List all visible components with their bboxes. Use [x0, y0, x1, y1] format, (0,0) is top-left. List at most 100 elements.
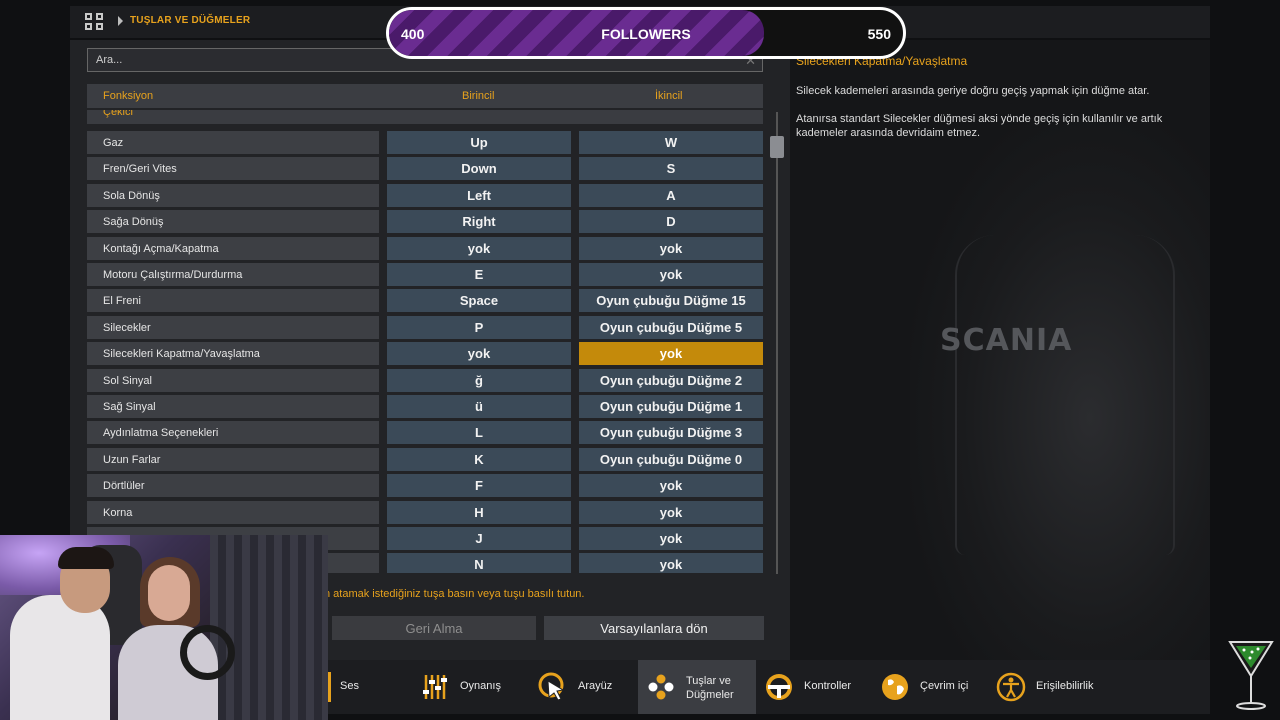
table-header: Fonksiyon Birincil İkincil	[87, 84, 763, 108]
tab-online[interactable]: Çevrim içi	[872, 660, 988, 714]
function-label: El Freni	[87, 289, 379, 313]
secondary-key-button[interactable]: S	[579, 157, 763, 181]
function-label: Motoru Çalıştırma/Durdurma	[87, 263, 379, 286]
buttons-icon	[648, 674, 674, 700]
column-header-function: Fonksiyon	[103, 90, 154, 102]
tab-controls[interactable]: Kontroller	[756, 660, 872, 714]
function-label: Uzun Farlar	[87, 447, 379, 471]
primary-key-button[interactable]: H	[387, 500, 571, 524]
truck-brand-logo: SCANIA	[940, 323, 1073, 358]
tab-sound[interactable]: Ses	[326, 660, 412, 714]
followers-label: FOLLOWERS	[601, 26, 691, 42]
secondary-key-button[interactable]: yok	[579, 500, 763, 524]
function-label: Silecekler	[87, 315, 379, 339]
sliders-icon	[423, 675, 447, 699]
primary-key-button[interactable]: Space	[387, 289, 571, 313]
tab-label: Tuşlar ve Düğmeler	[686, 675, 734, 701]
secondary-key-button[interactable]: D	[579, 210, 763, 234]
tab-interface[interactable]: Arayüz	[530, 660, 638, 714]
keybind-row: Silecekleri Kapatma/Yavaşlatma yok yok	[87, 342, 763, 366]
keybind-row: Silecekler P Oyun çubuğu Düğme 5	[87, 315, 763, 339]
function-label: Sola Dönüş	[87, 183, 379, 207]
webcam-person-1-hair	[58, 547, 114, 569]
secondary-key-button[interactable]: W	[579, 131, 763, 154]
primary-key-button[interactable]: yok	[387, 342, 571, 366]
description-text-2: Atanırsa standart Silecekler düğmesi aks…	[796, 113, 1163, 139]
primary-key-button[interactable]: J	[387, 527, 571, 550]
grid-menu-icon[interactable]	[85, 13, 105, 31]
keybind-row: Fren/Geri Vites Down S	[87, 157, 763, 181]
tab-label: Kontroller	[804, 680, 852, 692]
keybind-row: Dörtlüler Fyok	[87, 474, 763, 498]
keybind-row: Motoru Çalıştırma/Durdurma Eyok	[87, 263, 763, 286]
primary-key-button[interactable]: Right	[387, 210, 571, 234]
keybind-row: Uzun Farlar K Oyun çubuğu Düğme 0	[87, 447, 763, 471]
keybind-list: Gaz Up W Fren/Geri Vites Down S Sola Dönüş Left…	[87, 131, 763, 573]
game-settings-screen: TUŞLAR VE DÜĞMELER ✕ Fonksiyon Birincil …	[0, 0, 1280, 720]
keybind-row: Korna Hyok	[87, 500, 763, 524]
function-label: Kontağı Açma/Kapatma	[87, 236, 379, 260]
followers-goal: 550	[867, 26, 891, 42]
settings-tab-bar: Ses Oynanış Arayüz Tuşlar ve Düğmeler Ko…	[326, 660, 1210, 714]
scrollbar-track[interactable]	[776, 112, 778, 574]
function-label: Gaz	[87, 131, 379, 154]
primary-key-button[interactable]: ğ	[387, 368, 571, 392]
primary-key-button[interactable]: yok	[387, 236, 571, 260]
assign-hint: n atamak istediğiniz tuşa basın veya tuş…	[324, 588, 585, 600]
cocktail-glass-icon	[1228, 641, 1274, 710]
primary-key-button[interactable]: E	[387, 263, 571, 286]
secondary-key-button[interactable]: A	[579, 183, 763, 207]
description-panel: SCANIA Silecekleri Kapatma/Yavaşlatma Si…	[790, 40, 1210, 660]
function-label: Dörtlüler	[87, 474, 379, 498]
secondary-key-button[interactable]: yok	[579, 263, 763, 286]
secondary-key-button[interactable]: Oyun çubuğu Düğme 2	[579, 368, 763, 392]
webcam-person-1-body	[10, 595, 110, 720]
webcam-person-2-head	[148, 565, 190, 621]
function-label: Silecekleri Kapatma/Yavaşlatma	[87, 342, 379, 366]
secondary-key-button[interactable]: Oyun çubuğu Düğme 1	[579, 395, 763, 418]
keybind-row: Gaz Up W	[87, 131, 763, 154]
function-label: Fren/Geri Vites	[87, 157, 379, 181]
primary-key-button[interactable]: K	[387, 447, 571, 471]
keybind-row: Sağa Dönüş Right D	[87, 210, 763, 234]
secondary-key-button[interactable]: Oyun çubuğu Düğme 3	[579, 421, 763, 445]
secondary-key-button[interactable]: Oyun çubuğu Düğme 5	[579, 315, 763, 339]
webcam-curtain	[210, 535, 328, 720]
tab-keys-and-buttons[interactable]: Tuşlar ve Düğmeler	[638, 660, 756, 714]
undo-button[interactable]: Geri Alma	[332, 616, 536, 640]
function-label: Sol Sinyal	[87, 368, 379, 392]
primary-key-button[interactable]: L	[387, 421, 571, 445]
tab-label: Çevrim içi	[920, 680, 969, 692]
secondary-key-button[interactable]: yok	[579, 553, 763, 573]
primary-key-button[interactable]: N	[387, 553, 571, 573]
chevron-right-icon	[118, 16, 123, 26]
primary-key-button[interactable]: Up	[387, 131, 571, 154]
tab-accessibility[interactable]: Erişilebilirlik	[988, 660, 1118, 714]
secondary-key-button[interactable]: yok	[579, 527, 763, 550]
keybind-row: Sol Sinyal ğ Oyun çubuğu Düğme 2	[87, 368, 763, 392]
keybind-row: Sola Dönüş Left A	[87, 183, 763, 207]
primary-key-button[interactable]: F	[387, 474, 571, 498]
secondary-key-button[interactable]: yok	[579, 236, 763, 260]
cursor-icon	[538, 672, 565, 701]
primary-key-button[interactable]: ü	[387, 395, 571, 418]
primary-key-button[interactable]: Down	[387, 157, 571, 181]
primary-key-button[interactable]: P	[387, 315, 571, 339]
keybind-row: El Freni Space Oyun çubuğu Düğme 15	[87, 289, 763, 313]
section-label: Çekici	[103, 110, 133, 118]
tab-gameplay[interactable]: Oynanış	[412, 660, 530, 714]
function-label: Sağa Dönüş	[87, 210, 379, 234]
function-label: Aydınlatma Seçenekleri	[87, 421, 379, 445]
description-text: Silecek kademeleri arasında geriye doğru…	[796, 85, 1150, 97]
secondary-key-button[interactable]: Oyun çubuğu Düğme 0	[579, 447, 763, 471]
scrollbar-thumb[interactable]	[770, 136, 784, 158]
secondary-key-button[interactable]: Oyun çubuğu Düğme 15	[579, 289, 763, 313]
primary-key-button[interactable]: Left	[387, 183, 571, 207]
tab-label: Erişilebilirlik	[1036, 680, 1094, 692]
restore-defaults-button[interactable]: Varsayılanlara dön	[544, 616, 764, 640]
globe-icon	[882, 674, 908, 700]
webcam-overlay	[0, 535, 328, 720]
secondary-key-button[interactable]: yok	[579, 342, 763, 366]
steering-wheel-icon	[766, 674, 792, 700]
secondary-key-button[interactable]: yok	[579, 474, 763, 498]
